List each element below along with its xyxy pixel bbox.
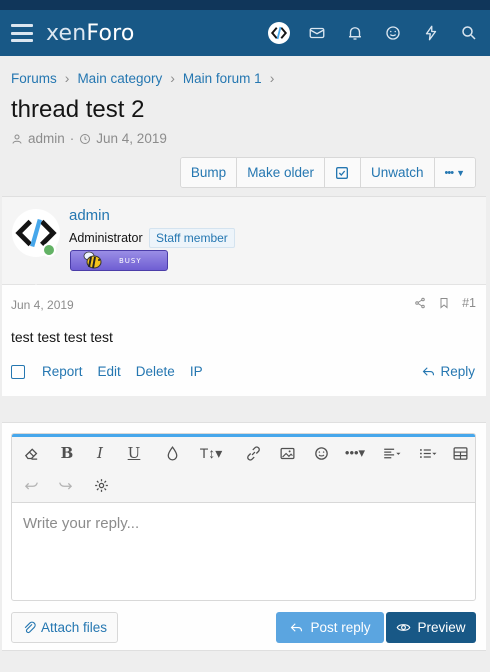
align-icon[interactable]	[378, 442, 406, 464]
more-label: •••	[444, 166, 455, 179]
banner-text: BUSY	[119, 256, 142, 265]
post: admin Administrator Staff member BUSY Ju…	[2, 196, 486, 396]
list-icon[interactable]	[414, 442, 442, 464]
bump-button[interactable]: Bump	[180, 158, 238, 187]
user-banner: BUSY	[70, 250, 168, 271]
online-indicator	[42, 243, 56, 257]
select-post-checkbox[interactable]	[11, 364, 25, 379]
post-footer-actions: Report Edit Delete IP	[11, 364, 203, 379]
post-reply-button[interactable]: Post reply	[276, 612, 384, 643]
bold-icon[interactable]: B	[56, 442, 78, 464]
thread-action-bar: Bump Make older Unwatch ••• ▼	[179, 157, 476, 188]
post-number[interactable]: #1	[462, 296, 476, 310]
color-drop-icon[interactable]	[161, 442, 183, 464]
report-link[interactable]: Report	[42, 364, 83, 379]
breadcrumb-item[interactable]: Main category	[77, 71, 162, 86]
post-username[interactable]: admin	[69, 207, 110, 224]
attach-label: Attach files	[41, 620, 108, 635]
preview-label: Preview	[417, 620, 466, 635]
reply-editor: B I U T↕▾ •••▾ Write your reply...	[11, 433, 476, 601]
post-user-block: admin Administrator Staff member BUSY	[2, 197, 486, 285]
avatar[interactable]	[268, 22, 290, 44]
underline-icon[interactable]: U	[123, 442, 145, 464]
eraser-icon[interactable]	[20, 442, 42, 464]
unwatch-button[interactable]: Unwatch	[360, 158, 435, 187]
redo-icon[interactable]	[54, 474, 76, 496]
envelope-icon[interactable]	[306, 22, 328, 44]
bolt-icon[interactable]	[420, 22, 442, 44]
share-icon[interactable]	[414, 297, 426, 309]
user-icon	[12, 134, 22, 144]
font-size-icon[interactable]: T↕▾	[194, 442, 228, 464]
bell-icon[interactable]	[344, 22, 366, 44]
top-strip	[0, 0, 490, 10]
user-arrow	[28, 277, 44, 285]
search-icon[interactable]	[458, 22, 480, 44]
checkbox-icon	[336, 166, 349, 179]
post-top-actions: #1	[414, 296, 476, 310]
post-content: test test test test	[11, 329, 113, 345]
chevron-right-icon: ›	[269, 70, 275, 86]
reply-label: Reply	[440, 364, 475, 379]
more-options-button[interactable]: ••• ▼	[434, 158, 475, 187]
smile-icon[interactable]	[382, 22, 404, 44]
undo-icon[interactable]	[20, 474, 42, 496]
chevron-right-icon: ›	[64, 70, 70, 86]
preview-button[interactable]: Preview	[386, 612, 476, 643]
paperclip-icon	[24, 621, 36, 634]
caret-down-icon: ▼	[456, 167, 465, 178]
italic-icon[interactable]: I	[89, 442, 111, 464]
attach-files-button[interactable]: Attach files	[11, 612, 119, 643]
breadcrumb-item[interactable]: Forums	[11, 71, 57, 86]
image-icon[interactable]	[276, 442, 298, 464]
user-title: Administrator	[69, 231, 143, 245]
thread-author[interactable]: admin	[28, 131, 65, 146]
post-date[interactable]: Jun 4, 2019	[11, 298, 74, 312]
breadcrumb-item[interactable]: Main forum 1	[183, 71, 262, 86]
logo-main: xen	[46, 20, 87, 46]
more-options-icon[interactable]: •••▾	[340, 442, 370, 464]
page-title: thread test 2	[11, 96, 145, 123]
table-icon[interactable]	[449, 442, 471, 464]
emoji-icon[interactable]	[310, 442, 332, 464]
link-icon[interactable]	[242, 442, 264, 464]
page-bottom	[2, 650, 486, 672]
delete-link[interactable]: Delete	[136, 364, 175, 379]
header-icons	[268, 22, 480, 44]
bee-icon	[83, 251, 102, 269]
logo-accent: Foro	[86, 20, 135, 46]
reply-icon	[291, 623, 303, 632]
meta-separator: ·	[69, 131, 75, 146]
select-checkbox-button[interactable]	[324, 158, 361, 187]
ip-link[interactable]: IP	[190, 364, 203, 379]
reply-link[interactable]: Reply	[421, 364, 475, 379]
bookmark-icon[interactable]	[438, 297, 450, 309]
post-reply-label: Post reply	[310, 620, 371, 635]
thread-meta: admin · Jun 4, 2019	[11, 131, 167, 146]
eye-icon	[397, 624, 411, 631]
menu-icon[interactable]	[10, 21, 34, 45]
quick-reply: B I U T↕▾ •••▾ Write your reply... Attac…	[2, 422, 486, 650]
editor-toolbar: B I U T↕▾ •••▾	[12, 437, 475, 503]
site-logo[interactable]: xenForo	[46, 21, 135, 46]
reply-input[interactable]: Write your reply...	[23, 515, 139, 532]
edit-link[interactable]: Edit	[98, 364, 121, 379]
staff-badge: Staff member	[149, 228, 235, 248]
breadcrumb: Forums › Main category › Main forum 1 ›	[11, 70, 282, 86]
make-older-button[interactable]: Make older	[237, 158, 325, 187]
clock-icon	[80, 133, 91, 144]
chevron-right-icon: ›	[170, 70, 175, 86]
thread-date[interactable]: Jun 4, 2019	[96, 131, 167, 146]
site-header: xenForo	[0, 10, 490, 56]
reply-icon	[423, 367, 435, 376]
gear-icon[interactable]	[90, 474, 112, 496]
